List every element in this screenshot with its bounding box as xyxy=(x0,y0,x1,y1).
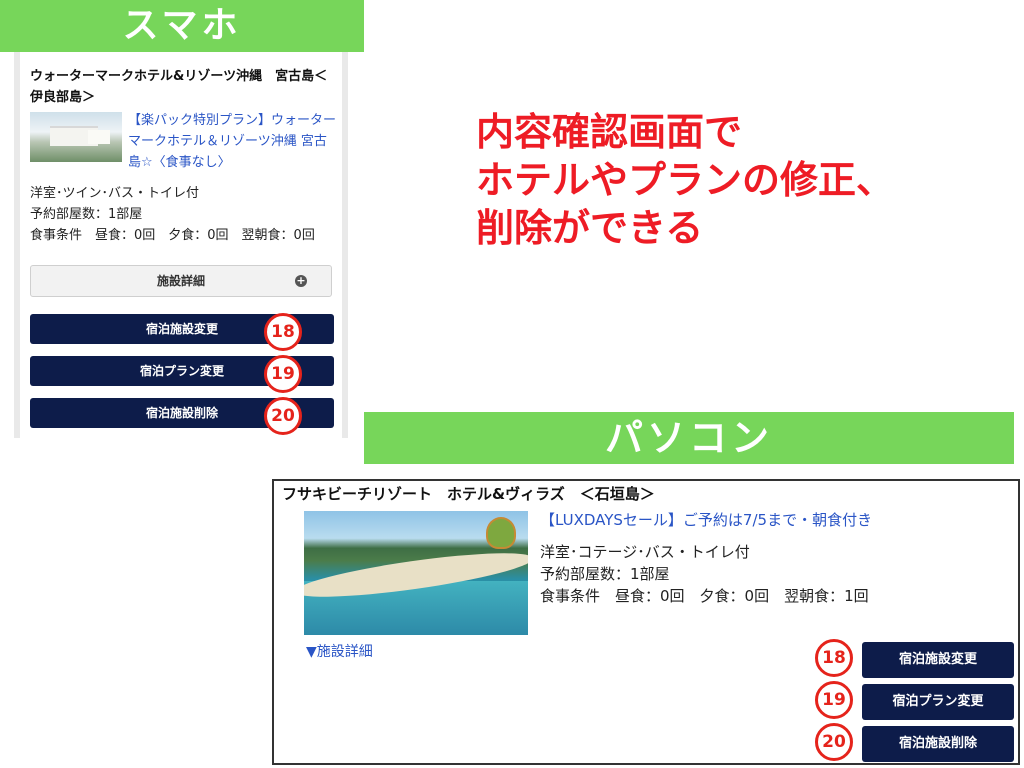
marker-19: 19 xyxy=(815,681,853,719)
hotel-thumbnail[interactable] xyxy=(30,112,122,162)
pc-reservation-card: フサキビーチリゾート ホテル&ヴィラズ ＜石垣島＞ 【LUXDAYSセール】ご予… xyxy=(272,479,1020,765)
plus-icon: + xyxy=(295,274,307,287)
hotel-name: ウォーターマークホテル&リゾーツ沖縄 宮古島＜伊良部島＞ xyxy=(30,69,328,105)
pc-section-banner: パソコン xyxy=(364,412,1014,464)
facility-detail-button[interactable]: 施設詳細 + xyxy=(30,265,332,297)
delete-facility-button[interactable]: 宿泊施設削除 xyxy=(862,726,1014,762)
award-badge-icon xyxy=(486,517,516,549)
caption-line-2: ホテルやプランの修正、 xyxy=(476,158,895,202)
meal-conditions: 食事条件 昼食：0回 夕食：0回 翌朝食：1回 xyxy=(540,587,869,605)
caption-line-3: 削除ができる xyxy=(476,206,704,250)
plan-link[interactable]: 【LUXDAYSセール】ご予約は7/5まで・朝食付き xyxy=(540,509,872,530)
marker-20: 20 xyxy=(264,397,302,435)
hotel-photo[interactable] xyxy=(304,511,528,635)
facility-detail-label: 施設詳細 xyxy=(156,274,205,288)
hotel-name: フサキビーチリゾート ホテル&ヴィラズ ＜石垣島＞ xyxy=(282,485,655,503)
room-count: 予約部屋数：1部屋 xyxy=(540,565,670,583)
marker-19: 19 xyxy=(264,355,302,393)
facility-detail-link[interactable]: ▼施設詳細 xyxy=(306,641,373,661)
room-count: 予約部屋数：1部屋 xyxy=(30,207,143,222)
change-plan-button[interactable]: 宿泊プラン変更 xyxy=(862,684,1014,720)
instruction-caption: 内容確認画面で ホテルやプランの修正、 削除ができる xyxy=(476,108,996,252)
marker-18: 18 xyxy=(264,313,302,351)
room-type: 洋室･コテージ･バス・トイレ付 xyxy=(540,543,750,561)
marker-20: 20 xyxy=(815,723,853,761)
marker-18: 18 xyxy=(815,639,853,677)
plan-link[interactable]: 【楽パック特別プラン】ウォーターマークホテル＆リゾーツ沖縄 宮古島☆〈食事なし〉 xyxy=(128,110,336,173)
change-facility-button[interactable]: 宿泊施設変更 xyxy=(862,642,1014,678)
caption-line-1: 内容確認画面で xyxy=(476,110,743,154)
meal-conditions: 食事条件 昼食：0回 夕食：0回 翌朝食：0回 xyxy=(30,228,315,243)
smartphone-section-banner: スマホ xyxy=(0,0,364,52)
room-type: 洋室･ツイン･バス・トイレ付 xyxy=(30,186,200,201)
